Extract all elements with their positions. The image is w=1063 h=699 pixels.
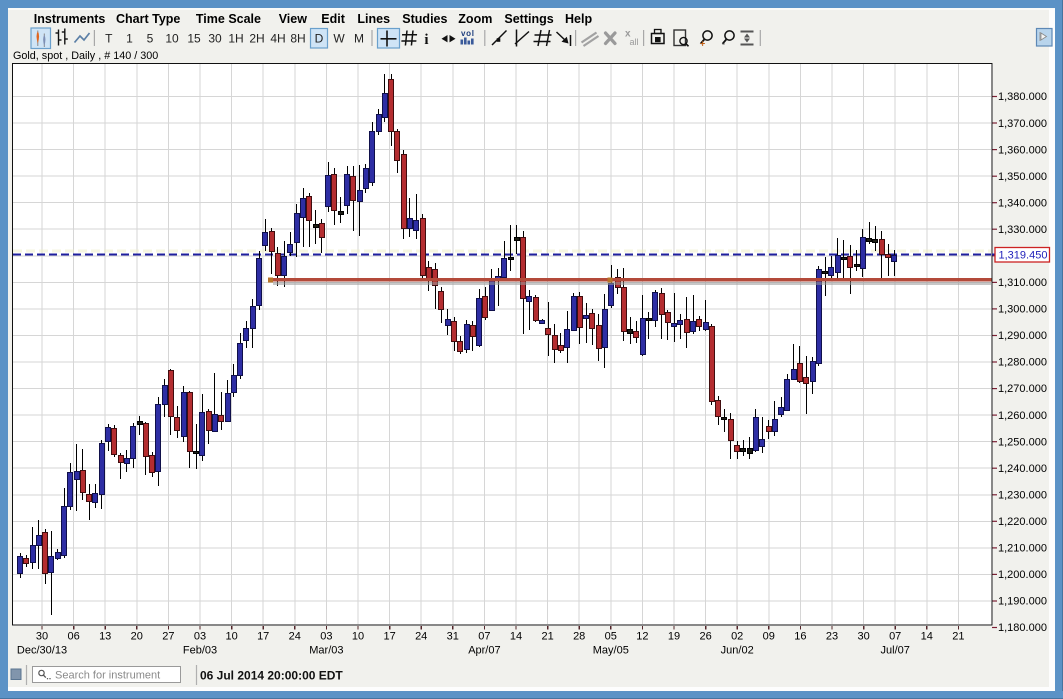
svg-text:06 Jul 2014 20:00:00 EDT: 06 Jul 2014 20:00:00 EDT — [200, 669, 343, 683]
svg-text:Search for instrument: Search for instrument — [55, 670, 160, 682]
